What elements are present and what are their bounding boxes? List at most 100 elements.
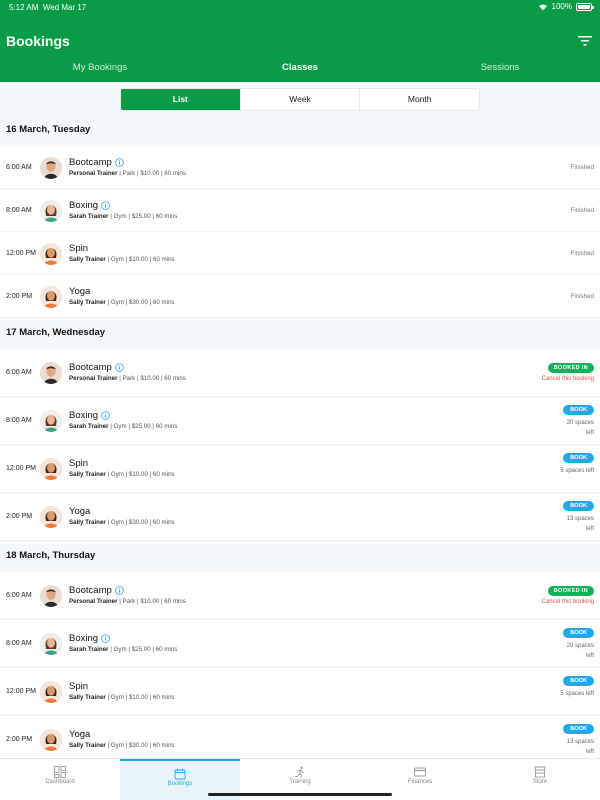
trainer-avatar: [40, 458, 62, 480]
class-info: Bootcamp Personal Trainer | Park | $10.00…: [69, 157, 186, 177]
nav-dashboard[interactable]: Dashboard: [0, 759, 120, 800]
class-row[interactable]: 2:00 PM Yoga Sally Trainer | Gym | $30.00 …: [0, 493, 600, 541]
status-bar: 5:12 AM Wed Mar 17 100%: [0, 0, 600, 14]
class-time: 12:00 PM: [6, 688, 36, 695]
class-time: 2:00 PM: [6, 292, 33, 300]
class-details: | Gym | $30.00 | 60 mins: [105, 742, 175, 749]
trainer-avatar: [40, 362, 62, 384]
trainer-avatar: [40, 633, 62, 655]
class-row[interactable]: 8:00 AM Boxing Sarah Trainer | Gym | $25.0…: [0, 620, 600, 668]
info-icon[interactable]: [115, 157, 124, 167]
spaces-left: 13 spaces left: [566, 739, 594, 755]
book-button[interactable]: BOOK: [563, 724, 594, 734]
class-name-text: Bootcamp: [69, 362, 112, 373]
class-info: Spin Sally Trainer | Gym | $10.00 | 60 mi…: [69, 458, 175, 478]
class-status: BOOK 13 spaces left: [560, 724, 594, 757]
tab-my-bookings[interactable]: My Bookings: [0, 58, 200, 82]
info-icon[interactable]: [115, 363, 124, 372]
app-header: 5:12 AM Wed Mar 17 100% Bookings My Book…: [0, 0, 600, 82]
class-row[interactable]: 12:00 PM Spin Sally Trainer | Gym | $10.00…: [0, 668, 600, 716]
cancel-booking-link[interactable]: Cancel this booking: [542, 376, 594, 382]
tab-classes[interactable]: Classes: [200, 58, 400, 82]
class-row[interactable]: 6:00 AM Bootcamp Personal Trainer | Park |…: [0, 349, 600, 397]
class-meta: Sally Trainer | Gym | $30.00 | 60 mins: [69, 299, 175, 306]
calendar-icon: [174, 767, 186, 780]
filter-icon[interactable]: [578, 36, 592, 46]
content-area: List Week Month 16 March, Tuesday 6:00 AM Bo…: [0, 82, 600, 758]
dashboard-icon: [54, 765, 66, 778]
class-time: 6:00 AM: [6, 163, 32, 171]
battery-percent: 100%: [551, 2, 572, 11]
class-status: BOOK 5 spaces left: [560, 676, 594, 699]
store-icon: [534, 765, 546, 778]
class-time: 2:00 PM: [6, 736, 33, 743]
battery-icon: [576, 2, 594, 11]
book-button[interactable]: BOOK: [563, 676, 594, 686]
trainer-name: Personal Trainer: [69, 375, 118, 382]
class-row[interactable]: 8:00 AM Boxing Sarah Trainer | Gym | $25.0…: [0, 189, 600, 232]
class-meta: Personal Trainer | Park | $10.00 | 60 mi…: [69, 598, 186, 605]
class-row[interactable]: 6:00 AM Bootcamp Personal Trainer | Park |…: [0, 146, 600, 189]
class-details: | Gym | $10.00 | 60 mins: [105, 255, 175, 263]
class-name: Spin: [69, 458, 175, 469]
class-row[interactable]: 12:00 PM Spin Sally Trainer | Gym | $10.00…: [0, 232, 600, 275]
booked-in-badge: BOOKED IN: [547, 363, 594, 373]
view-month-button[interactable]: Month: [359, 89, 479, 110]
view-list-button[interactable]: List: [121, 89, 240, 110]
class-meta: Sally Trainer | Gym | $10.00 | 60 mins: [69, 694, 175, 701]
tab-sessions[interactable]: Sessions: [400, 58, 600, 82]
class-name-text: Yoga: [69, 506, 91, 517]
class-status: BOOKED IN Cancel this booking: [542, 363, 594, 382]
class-info: Spin Sally Trainer | Gym | $10.00 | 60 mi…: [69, 243, 175, 263]
trainer-name: Sally Trainer: [69, 519, 106, 526]
home-indicator: [208, 793, 392, 796]
class-name-text: Yoga: [69, 729, 91, 740]
class-name: Bootcamp: [69, 362, 186, 373]
nav-label: Bookings: [167, 781, 193, 787]
class-row[interactable]: 12:00 PM Spin Sally Trainer | Gym | $10.00…: [0, 445, 600, 493]
class-status: BOOK 20 spaces left: [560, 628, 594, 661]
finished-label: Finished: [570, 249, 594, 257]
book-button[interactable]: BOOK: [563, 405, 594, 415]
spaces-left: 13 spaces left: [566, 516, 594, 532]
info-icon[interactable]: [101, 634, 110, 643]
view-week-button[interactable]: Week: [239, 89, 360, 110]
nav-label: Finances: [407, 779, 433, 785]
class-details: | Park | $10.00 | 60 mins: [117, 598, 186, 605]
class-meta: Personal Trainer | Park | $10.00 | 60 mi…: [69, 375, 186, 382]
day-header: 17 March, Wednesday: [6, 327, 106, 338]
cancel-booking-link[interactable]: Cancel this booking: [542, 599, 594, 605]
class-row[interactable]: 2:00 PM Yoga Sally Trainer | Gym | $30.00 …: [0, 275, 600, 318]
class-name: Bootcamp: [69, 585, 186, 596]
class-details: | Park | $10.00 | 60 mins: [117, 169, 186, 177]
class-info: Boxing Sarah Trainer | Gym | $25.00 | 60 …: [69, 200, 177, 220]
spaces-left: 5 spaces left: [560, 468, 594, 474]
book-button[interactable]: BOOK: [563, 628, 594, 638]
book-button[interactable]: BOOK: [563, 453, 594, 463]
class-status: BOOK 20 spaces left: [560, 405, 594, 438]
nav-store[interactable]: Store: [480, 759, 600, 800]
info-icon[interactable]: [101, 200, 110, 210]
class-name-text: Boxing: [69, 633, 99, 644]
book-button[interactable]: BOOK: [563, 501, 594, 511]
trainer-name: Sarah Trainer: [69, 646, 109, 653]
trainer-name: Sarah Trainer: [69, 423, 109, 430]
info-icon[interactable]: [101, 411, 110, 420]
class-row[interactable]: 6:00 AM Bootcamp Personal Trainer | Park |…: [0, 572, 600, 620]
trainer-name: Sally Trainer: [69, 255, 106, 263]
class-meta: Personal Trainer | Park | $10.00 | 60 mi…: [69, 170, 186, 177]
class-status: Finished: [571, 207, 594, 214]
class-row[interactable]: 2:00 PM Yoga Sally Trainer | Gym | $30.00 …: [0, 716, 600, 758]
trainer-avatar: [40, 242, 62, 265]
class-row[interactable]: 8:00 AM Boxing Sarah Trainer | Gym | $25.0…: [0, 397, 600, 445]
class-name-text: Boxing: [69, 410, 99, 421]
class-time: 6:00 AM: [6, 369, 32, 376]
class-name: Spin: [69, 243, 175, 254]
status-time: 5:12 AM Wed Mar 17: [9, 3, 87, 12]
class-status: Finished: [571, 164, 594, 171]
class-name-text: Bootcamp: [69, 156, 112, 168]
info-icon[interactable]: [115, 586, 124, 595]
trainer-avatar: [40, 585, 62, 607]
running-icon: [294, 765, 306, 778]
trainer-name: Sally Trainer: [69, 298, 106, 306]
